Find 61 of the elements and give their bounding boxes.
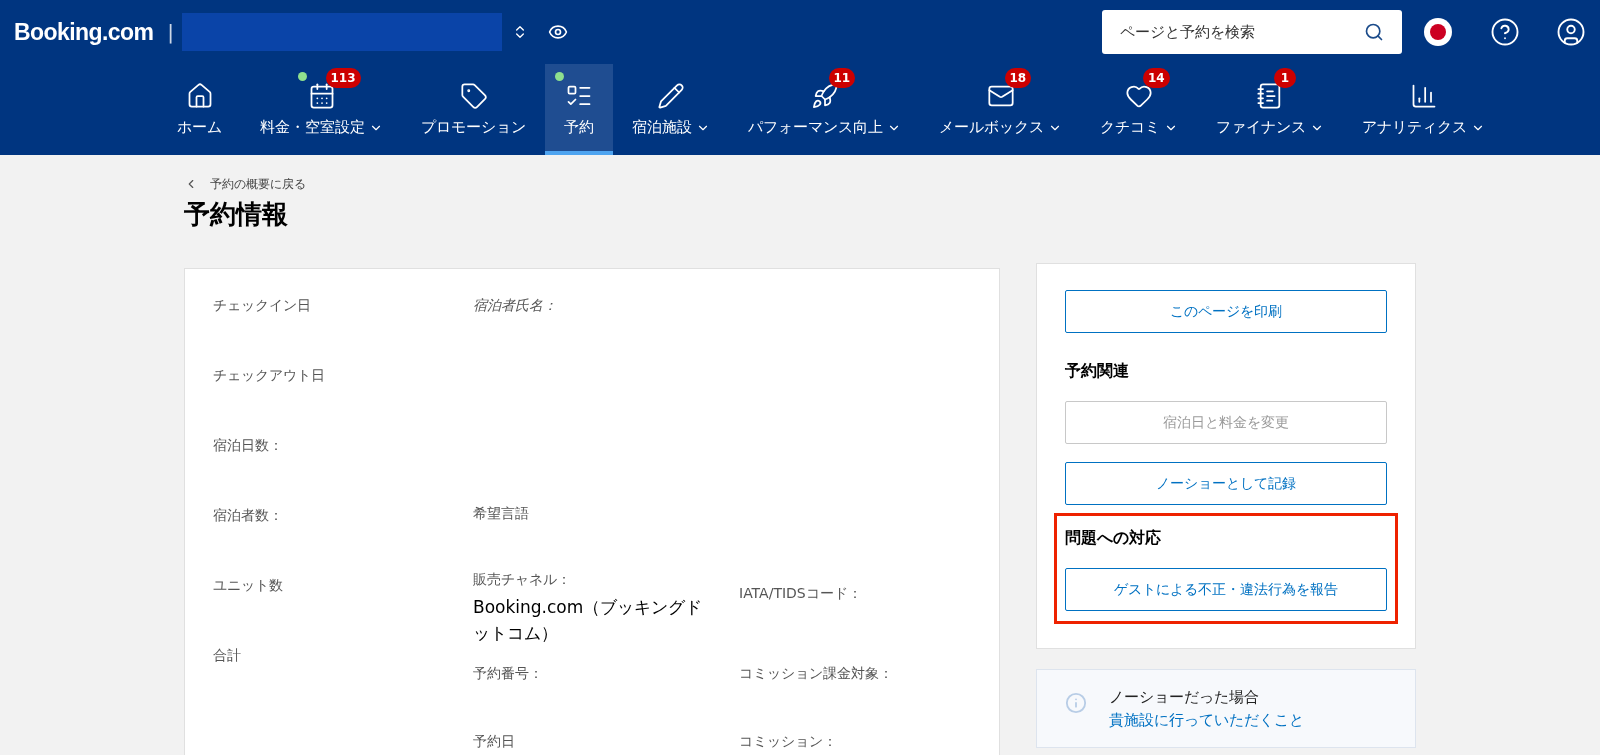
- back-link[interactable]: 予約の概要に戻る: [210, 175, 306, 193]
- search-field[interactable]: ページと予約を検索: [1102, 10, 1402, 54]
- nav-tab[interactable]: 1 ファイナンス: [1197, 64, 1343, 155]
- nav-tab[interactable]: 14 クチコミ: [1081, 64, 1197, 155]
- action-button[interactable]: ゲストによる不正・違法行為を報告: [1065, 568, 1387, 611]
- nav-label: 宿泊施設: [632, 117, 692, 139]
- field-label: チェックアウト日: [213, 367, 325, 383]
- field-label: コミッション：: [739, 733, 837, 749]
- section-heading: 問題への対応: [1065, 527, 1162, 549]
- action-button[interactable]: ノーショーとして記録: [1065, 462, 1387, 505]
- nav-tab[interactable]: 11 パフォーマンス向上: [729, 64, 920, 155]
- pencil-icon: [657, 82, 685, 111]
- rocket-icon: [810, 82, 839, 111]
- nav-tab[interactable]: 18 メールボックス: [920, 64, 1081, 155]
- nav-tab[interactable]: ホーム: [158, 64, 241, 155]
- field-label: ユニット数: [213, 577, 283, 593]
- nav-tab[interactable]: アナリティクス: [1343, 64, 1504, 155]
- section-heading: 予約関連: [1065, 360, 1130, 382]
- nav-label: アナリティクス: [1362, 117, 1467, 139]
- count-badge: 113: [325, 68, 361, 89]
- field-value: Booking.com（ブッキングドットコム）: [473, 596, 703, 645]
- field-label: 販売チャネル：: [473, 570, 572, 589]
- count-badge: 1: [1274, 68, 1296, 89]
- field-label: コミッション課金対象：: [739, 665, 893, 681]
- field-label: IATA/TIDSコード：: [739, 585, 862, 601]
- nav-tab[interactable]: 予約: [545, 64, 613, 155]
- count-badge: 14: [1143, 68, 1170, 89]
- nav-label: パフォーマンス向上: [748, 117, 883, 139]
- nav-label: 予約: [564, 117, 594, 139]
- info-text: ノーショーだった場合: [1109, 687, 1260, 708]
- nav-label: 料金・空室設定: [260, 117, 365, 139]
- field-label: 希望言語: [473, 504, 530, 523]
- eye-icon[interactable]: [548, 22, 569, 42]
- field-label: 合計: [213, 647, 241, 663]
- field-label: 予約日: [473, 732, 516, 751]
- field-label: 宿泊日数：: [213, 437, 283, 453]
- japan-flag-icon[interactable]: [1424, 18, 1452, 46]
- field-label: 予約番号：: [473, 664, 544, 683]
- field-label: チェックイン日: [213, 297, 311, 313]
- nav-label: メールボックス: [939, 117, 1044, 139]
- nav-tab[interactable]: 113 料金・空室設定: [241, 64, 402, 155]
- nav-tab[interactable]: 宿泊施設: [613, 64, 729, 155]
- user-icon[interactable]: [1556, 17, 1586, 47]
- nav-label: クチコミ: [1100, 117, 1160, 139]
- nav-label: ホーム: [177, 117, 222, 139]
- nav-tab[interactable]: プロモーション: [402, 64, 545, 155]
- nav-label: プロモーション: [421, 117, 526, 139]
- info-icon: [1065, 692, 1087, 714]
- separator: |: [167, 19, 175, 46]
- help-icon[interactable]: [1490, 17, 1520, 47]
- nav-label: ファイナンス: [1216, 117, 1306, 139]
- page-title: 予約情報: [184, 198, 289, 231]
- count-badge: 11: [828, 68, 856, 89]
- search-icon[interactable]: [1364, 22, 1384, 42]
- tag-icon: [459, 82, 488, 111]
- field-label: 宿泊者数：: [213, 507, 283, 523]
- print-button[interactable]: このページを印刷: [1065, 290, 1387, 333]
- info-link[interactable]: 貴施設に行っていただくこと: [1109, 708, 1304, 731]
- logo[interactable]: Booking.com: [14, 14, 154, 50]
- count-badge: 18: [1004, 68, 1032, 89]
- field-label: 宿泊者氏名：: [473, 296, 558, 315]
